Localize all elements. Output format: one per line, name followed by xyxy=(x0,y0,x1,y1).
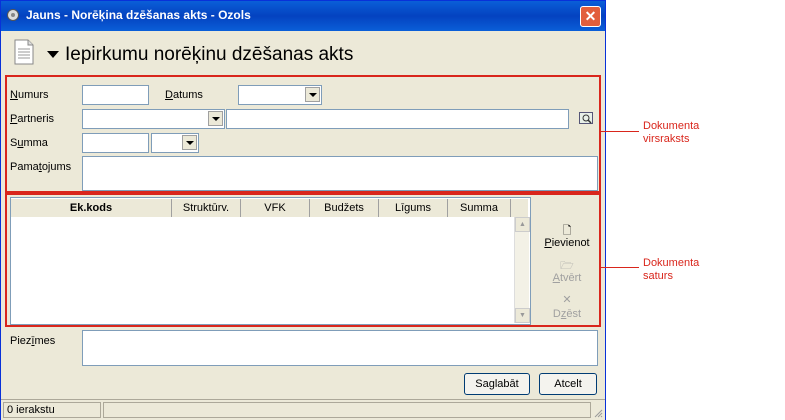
status-panel xyxy=(103,402,591,418)
window-title: Jauns - Norēķina dzēšanas akts - Ozols xyxy=(26,8,251,22)
cancel-button[interactable]: Atcelt xyxy=(539,373,597,395)
app-gear-icon xyxy=(7,9,19,21)
piezimes-textarea[interactable] xyxy=(82,330,598,366)
header-section-highlight xyxy=(5,75,601,193)
header-callout-line xyxy=(601,131,639,132)
document-icon xyxy=(14,39,34,65)
content-callout-label: Dokumenta saturs xyxy=(643,257,700,282)
page-title: Iepirkumu norēķinu dzēšanas akts xyxy=(65,44,354,65)
resize-grip-icon[interactable] xyxy=(593,408,603,418)
piezimes-label: Piezīmes xyxy=(10,335,56,347)
content-section-highlight xyxy=(5,193,601,327)
save-button[interactable]: Saglabāt xyxy=(464,373,530,395)
close-icon: ✕ xyxy=(584,8,597,24)
header-callout-label: Dokumenta virsraksts xyxy=(643,120,700,145)
collapse-caret-icon[interactable] xyxy=(47,51,59,58)
close-button[interactable]: ✕ xyxy=(580,6,601,27)
title-bar[interactable]: Jauns - Norēķina dzēšanas akts - Ozols ✕ xyxy=(1,1,605,31)
record-count: 0 ierakstu xyxy=(3,402,101,418)
content-callout-line xyxy=(601,267,639,268)
status-bar: 0 ierakstu xyxy=(1,399,605,420)
